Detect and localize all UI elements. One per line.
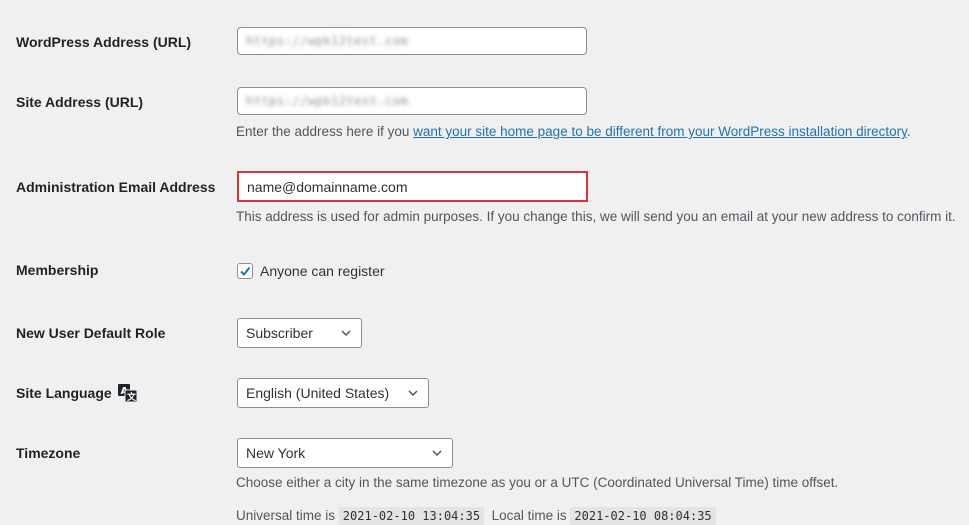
site-address-input[interactable]: https://wpk12test.com	[237, 87, 587, 115]
local-time-value: 2021-02-10 08:04:35	[570, 507, 716, 525]
universal-time-label: Universal time is	[236, 508, 336, 523]
admin-email-value: name@domainname.com	[247, 178, 408, 195]
anyone-can-register-row[interactable]: Anyone can register	[237, 263, 385, 279]
default-role-select[interactable]: Subscriber	[237, 318, 362, 348]
admin-email-label: Administration Email Address	[16, 179, 215, 195]
membership-label: Membership	[16, 262, 98, 278]
chevron-down-icon	[341, 330, 351, 337]
chevron-down-icon	[432, 450, 442, 457]
checkmark-icon	[240, 266, 251, 277]
timezone-label-text: Timezone	[16, 445, 81, 461]
timezone-select[interactable]: New York	[237, 438, 453, 468]
wp-address-label-text: WordPress Address (URL)	[16, 34, 192, 50]
site-address-value: https://wpk12test.com	[246, 94, 409, 108]
membership-label-text: Membership	[16, 262, 99, 278]
local-time-label: Local time is	[491, 508, 567, 523]
timezone-description: Choose either a city in the same timezon…	[236, 475, 839, 490]
site-language-value: English (United States)	[246, 385, 390, 401]
site-address-label-text: Site Address (URL)	[16, 94, 144, 110]
universal-time-value: 2021-02-10 13:04:35	[338, 507, 485, 525]
svg-text:文: 文	[126, 391, 137, 402]
admin-email-description: This address is used for admin purposes.…	[236, 209, 956, 224]
wp-address-value: https://wpk12test.com	[246, 34, 409, 48]
admin-email-label-text: Administration Email Address	[16, 179, 216, 195]
site-address-desc-prefix: Enter the address here if you	[236, 124, 414, 139]
site-address-description: Enter the address here if you want your …	[236, 124, 911, 139]
default-role-label: New User Default Role	[16, 325, 165, 341]
admin-email-input[interactable]: name@domainname.com	[237, 171, 588, 202]
timezone-value: New York	[246, 445, 306, 461]
timezone-label: Timezone	[16, 445, 80, 461]
anyone-can-register-label[interactable]: Anyone can register	[260, 263, 385, 279]
site-language-select[interactable]: English (United States)	[237, 378, 429, 408]
site-home-different-link[interactable]: want your site home page to be different…	[413, 124, 907, 139]
wp-address-label: WordPress Address (URL)	[16, 34, 191, 50]
time-readouts: Universal time is 2021-02-10 13:04:35 Lo…	[236, 507, 716, 525]
anyone-can-register-checkbox[interactable]	[237, 263, 253, 279]
default-role-label-text: New User Default Role	[16, 325, 166, 341]
translate-icon: A 文	[117, 384, 138, 402]
default-role-value: Subscriber	[246, 325, 313, 341]
chevron-down-icon	[408, 390, 418, 397]
site-language-label: Site Language A 文	[16, 384, 138, 402]
site-language-label-text: Site Language	[16, 385, 112, 401]
site-address-label: Site Address (URL)	[16, 94, 143, 110]
wp-address-input[interactable]: https://wpk12test.com	[237, 27, 587, 55]
site-address-desc-suffix: .	[906, 124, 911, 139]
